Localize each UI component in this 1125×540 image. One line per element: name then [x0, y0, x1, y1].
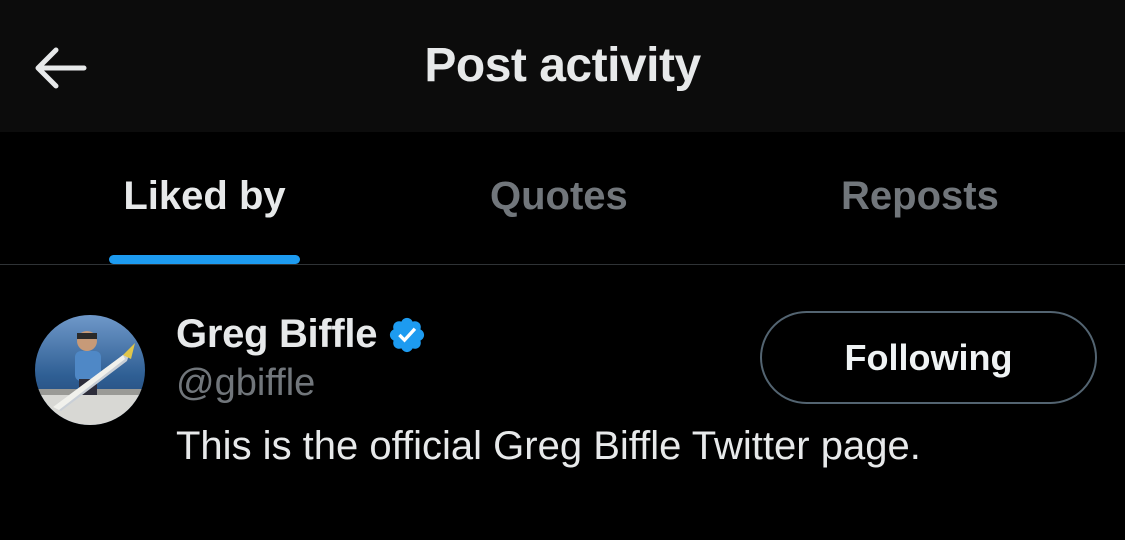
avatar[interactable] — [35, 315, 145, 425]
avatar-photo — [35, 315, 145, 425]
user-bio: This is the official Greg Biffle Twitter… — [176, 424, 921, 468]
user-name-link[interactable]: Greg Biffle — [176, 306, 427, 362]
tab-liked-by-label: Liked by — [123, 173, 286, 218]
active-tab-indicator — [109, 255, 300, 264]
user-name: Greg Biffle — [176, 311, 378, 356]
tab-quotes-label: Quotes — [490, 173, 628, 218]
user-list-item[interactable]: Greg Biffle @gbiffle This is the officia… — [0, 266, 1125, 540]
tab-quotes[interactable]: Quotes — [409, 132, 719, 264]
tab-bar: Liked by Quotes Reposts — [0, 132, 1125, 265]
tab-reposts[interactable]: Reposts — [719, 132, 1125, 264]
tab-liked-by[interactable]: Liked by — [0, 132, 409, 264]
header-bar: Post activity — [0, 0, 1125, 132]
user-handle: @gbiffle — [176, 362, 316, 404]
tab-reposts-label: Reposts — [841, 173, 999, 218]
following-button[interactable]: Following — [760, 311, 1097, 404]
verified-badge-icon — [390, 317, 425, 353]
page-title: Post activity — [424, 39, 701, 92]
